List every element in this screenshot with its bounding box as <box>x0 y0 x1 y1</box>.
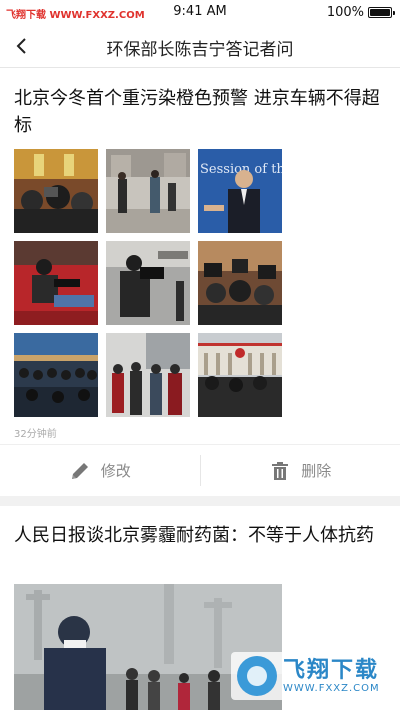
section-separator <box>0 496 400 506</box>
article-card[interactable]: 人民日报谈北京雾霾耐药菌：不等于人体抗药 <box>0 506 400 549</box>
page-title: 环保部长陈吉宁答记者问 <box>106 40 294 60</box>
press-photo-1[interactable] <box>14 149 98 233</box>
press-photo-5[interactable] <box>106 241 190 325</box>
action-bar: 修改 删除 <box>0 444 400 496</box>
battery-fill <box>370 9 390 16</box>
logo-url: WWW.FXXZ.COM <box>283 682 380 694</box>
post-time: 32分钟前 <box>14 429 57 440</box>
chevron-left-icon <box>16 38 26 54</box>
trash-icon <box>272 461 289 480</box>
article-title[interactable]: 北京今冬首个重污染橙色预警 进京车辆不得超标 <box>14 85 386 139</box>
edit-label: 修改 <box>100 462 131 480</box>
photo-grid: Session of th <box>14 149 400 417</box>
logo-name: 飞翔下载 <box>283 657 380 683</box>
press-photo-3[interactable]: Session of th <box>198 149 282 233</box>
press-photo-8[interactable] <box>106 333 190 417</box>
press-photo-6[interactable] <box>198 241 282 325</box>
back-button[interactable] <box>10 34 34 58</box>
status-bar: 飞翔下载 WWW.FXXZ.COM 9:41 AM 100% <box>0 0 400 24</box>
battery-percent: 100% <box>326 5 364 20</box>
delete-button[interactable]: 删除 <box>201 445 400 496</box>
article-title[interactable]: 人民日报谈北京雾霾耐药菌：不等于人体抗药 <box>14 522 386 549</box>
battery-icon <box>368 7 395 18</box>
watermark-logo: 飞翔下载 WWW.FXXZ.COM <box>231 652 391 700</box>
press-photo-7[interactable] <box>14 333 98 417</box>
press-photo-9[interactable] <box>198 333 282 417</box>
article-card[interactable]: 北京今冬首个重污染橙色预警 进京车辆不得超标 Session of th 32分… <box>0 69 400 440</box>
edit-button[interactable]: 修改 <box>0 445 200 496</box>
battery-indicator: 100% <box>326 5 395 20</box>
pencil-icon <box>71 462 88 479</box>
nav-bar: 环保部长陈吉宁答记者问 <box>0 24 400 68</box>
press-photo-2[interactable] <box>106 149 190 233</box>
press-photo-4[interactable] <box>14 241 98 325</box>
delete-label: 删除 <box>301 462 332 480</box>
logo-icon <box>237 656 277 696</box>
